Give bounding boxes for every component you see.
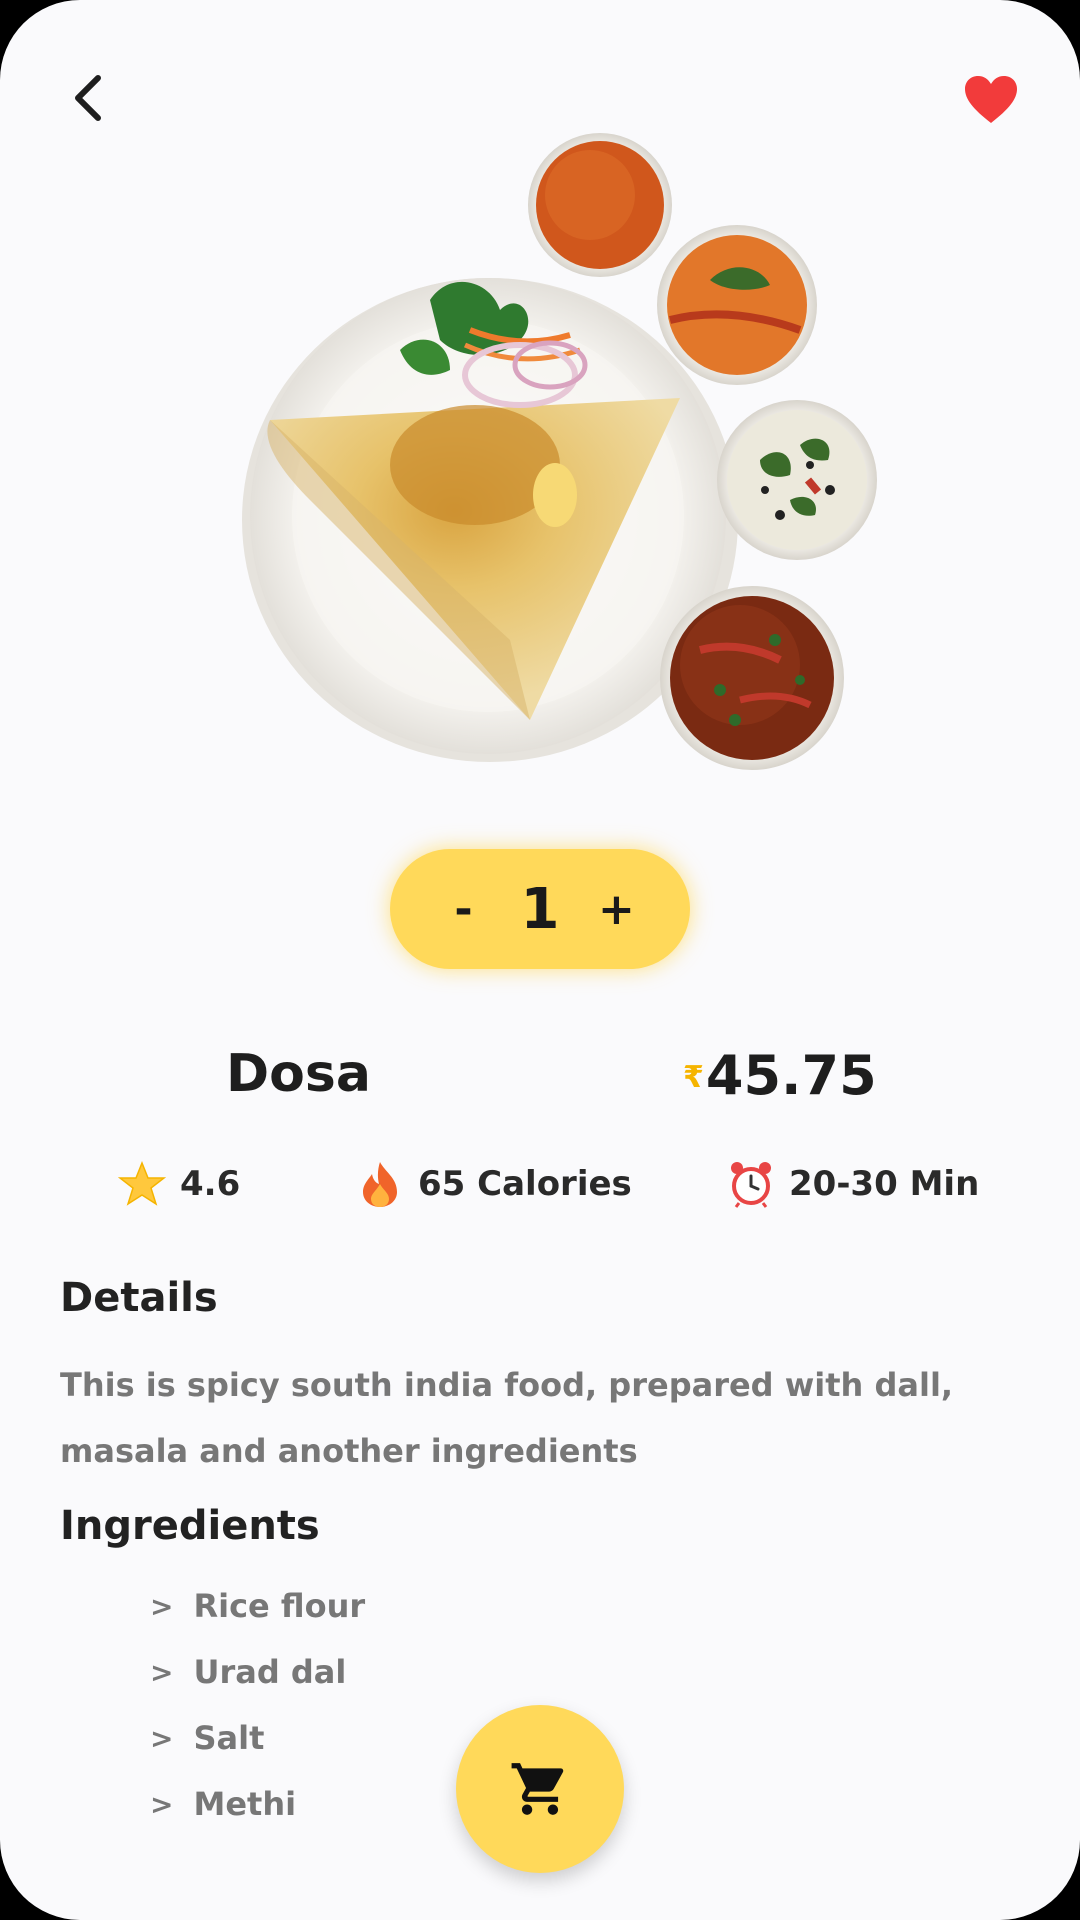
list-marker: > <box>150 1655 174 1689</box>
back-button[interactable] <box>60 70 116 126</box>
list-item: > Urad dal <box>150 1639 365 1705</box>
ingredient-label: Urad dal <box>193 1653 347 1691</box>
price-amount: 45.75 <box>705 1044 877 1107</box>
product-price: ₹ 45.75 <box>683 1044 877 1107</box>
decrement-button[interactable]: - <box>434 869 494 949</box>
details-text: This is spicy south india food, prepared… <box>60 1366 954 1470</box>
quantity-value: 1 <box>520 876 560 942</box>
alarm-clock-icon <box>727 1160 775 1208</box>
heart-icon <box>965 76 1017 123</box>
calories-stat: 65 Calories <box>356 1160 632 1208</box>
time-value: 20-30 Min <box>789 1164 980 1204</box>
time-stat: 20-30 Min <box>727 1160 979 1208</box>
ingredients-heading: Ingredients <box>60 1503 320 1549</box>
fire-icon <box>356 1160 404 1208</box>
details-heading: Details <box>60 1275 218 1321</box>
ingredient-label: Rice flour <box>193 1587 366 1625</box>
food-detail-screen: - 1 + Dosa ₹ 45.75 4.6 65 Calories 20-30… <box>0 0 1080 1920</box>
list-item: > Rice flour <box>150 1573 365 1639</box>
list-item: > Methi <box>150 1771 365 1837</box>
list-item: > Salt <box>150 1705 365 1771</box>
star-icon <box>118 1160 166 1208</box>
list-marker: > <box>150 1721 174 1755</box>
chevron-left-icon <box>75 75 101 121</box>
add-to-cart-button[interactable] <box>456 1705 624 1873</box>
list-marker: > <box>150 1787 174 1821</box>
product-name: Dosa <box>226 1044 371 1104</box>
favorite-button[interactable] <box>955 70 1027 130</box>
calories-value: 65 Calories <box>418 1164 632 1204</box>
ingredient-label: Salt <box>193 1719 265 1757</box>
cart-icon <box>511 1763 564 1815</box>
food-image <box>242 133 877 770</box>
currency-symbol: ₹ <box>683 1060 704 1095</box>
quantity-stepper: - 1 + <box>390 849 690 969</box>
increment-button[interactable]: + <box>586 869 646 949</box>
list-marker: > <box>150 1589 174 1623</box>
ingredients-list: > Rice flour > Urad dal > Salt > Methi <box>150 1573 365 1837</box>
rating-stat: 4.6 <box>118 1160 240 1208</box>
ingredient-label: Methi <box>193 1785 297 1823</box>
rating-value: 4.6 <box>180 1164 241 1204</box>
